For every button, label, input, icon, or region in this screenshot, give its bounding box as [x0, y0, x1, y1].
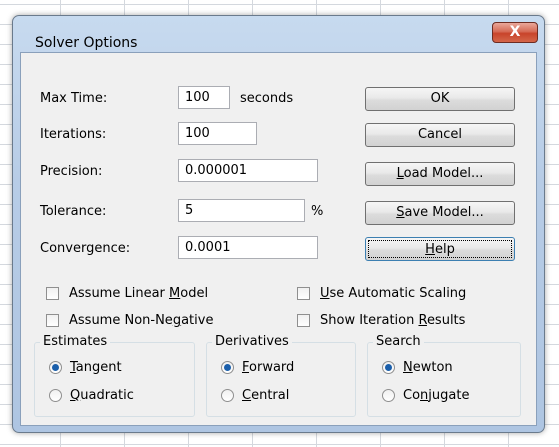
iterations-label: Iterations:: [40, 127, 107, 142]
derivatives-group-title: Derivatives: [212, 334, 292, 349]
quadratic-label: Quadratic: [70, 388, 134, 403]
max-time-input[interactable]: 100: [178, 86, 230, 109]
load-model-mnemonic: L: [396, 166, 404, 181]
convergence-input[interactable]: 0.0001: [178, 236, 318, 259]
use-automatic-scaling-label: Use Automatic Scaling: [320, 286, 467, 301]
close-icon: X: [509, 24, 521, 40]
max-time-unit: seconds: [240, 91, 294, 106]
radio-dot: [221, 361, 234, 374]
help-button[interactable]: Help: [365, 237, 515, 261]
precision-label: Precision:: [40, 164, 103, 179]
solver-options-dialog: Solver Options X Max Time: 100 seconds I…: [12, 15, 545, 433]
central-radio[interactable]: Central: [221, 388, 289, 403]
dialog-body: Max Time: 100 seconds Iterations: 100 Pr…: [20, 52, 537, 426]
checkbox-box: [46, 287, 59, 300]
quadratic-radio[interactable]: Quadratic: [49, 388, 134, 403]
central-label: Central: [242, 388, 290, 403]
load-model-label: oad Model...: [403, 166, 484, 181]
checkbox-box: [46, 314, 59, 327]
search-group: Search Newton Conjugate: [367, 334, 521, 417]
assume-linear-model-checkbox[interactable]: Assume Linear Model: [46, 286, 208, 301]
checkbox-box: [297, 314, 310, 327]
radio-dot: [382, 389, 395, 402]
conjugate-radio[interactable]: Conjugate: [382, 388, 469, 403]
radio-dot: [382, 361, 395, 374]
cancel-button[interactable]: Cancel: [365, 123, 515, 147]
newton-label: Newton: [403, 360, 453, 375]
radio-dot: [49, 389, 62, 402]
estimates-group: Estimates Tangent Quadratic: [34, 334, 195, 417]
use-automatic-scaling-checkbox[interactable]: Use Automatic Scaling: [297, 286, 466, 301]
newton-radio[interactable]: Newton: [382, 360, 453, 375]
derivatives-group: Derivatives Forward Central: [206, 334, 356, 417]
dialog-title: Solver Options: [35, 35, 138, 51]
forward-label: Forward: [242, 360, 295, 375]
help-mnemonic: H: [425, 242, 435, 257]
tangent-label: Tangent: [70, 360, 122, 375]
save-model-mnemonic: S: [396, 205, 405, 220]
forward-radio[interactable]: Forward: [221, 360, 294, 375]
assume-non-negative-checkbox[interactable]: Assume Non-Negative: [46, 313, 213, 328]
tolerance-input[interactable]: 5: [178, 199, 305, 222]
assume-linear-model-label: Assume Linear Model: [69, 286, 209, 301]
ok-button[interactable]: OK: [365, 87, 515, 111]
conjugate-label: Conjugate: [403, 388, 470, 403]
tolerance-label: Tolerance:: [40, 204, 107, 219]
estimates-group-title: Estimates: [40, 334, 111, 349]
show-iteration-results-label: Show Iteration Results: [320, 313, 466, 328]
convergence-label: Convergence:: [40, 241, 131, 256]
tangent-radio[interactable]: Tangent: [49, 360, 122, 375]
radio-dot: [221, 389, 234, 402]
checkbox-box: [297, 287, 310, 300]
load-model-button[interactable]: Load Model...: [365, 162, 515, 186]
help-focus-ring: Help: [368, 240, 512, 258]
iterations-input[interactable]: 100: [178, 122, 257, 145]
tolerance-unit: %: [311, 204, 324, 219]
show-iteration-results-checkbox[interactable]: Show Iteration Results: [297, 313, 465, 328]
max-time-label: Max Time:: [40, 91, 108, 106]
save-model-label: ave Model...: [404, 205, 484, 220]
help-label: elp: [434, 242, 455, 257]
save-model-button[interactable]: Save Model...: [365, 201, 515, 225]
search-group-title: Search: [373, 334, 424, 349]
close-button[interactable]: X: [492, 22, 538, 43]
assume-non-negative-label: Assume Non-Negative: [69, 313, 214, 328]
precision-input[interactable]: 0.000001: [178, 159, 318, 182]
radio-dot: [49, 361, 62, 374]
